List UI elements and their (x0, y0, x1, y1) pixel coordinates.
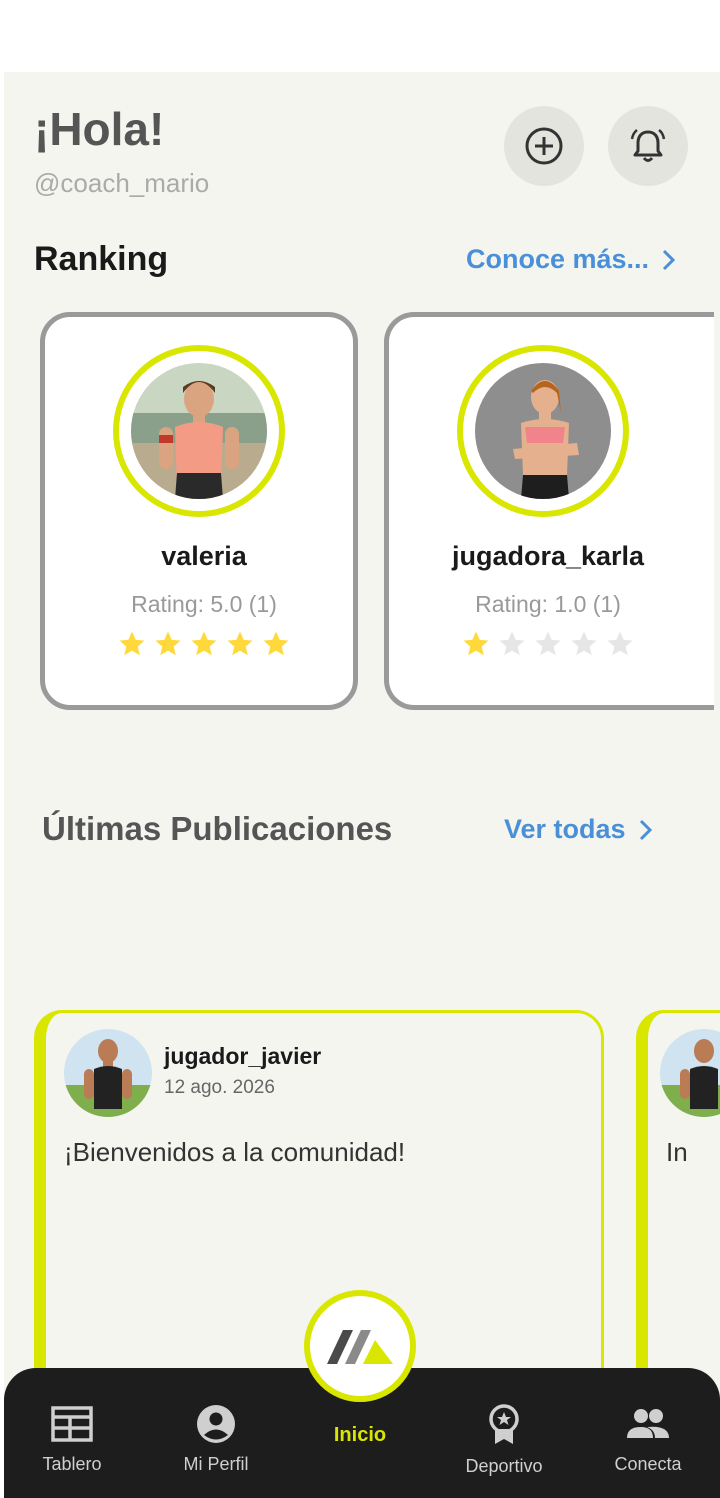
ranking-title: Ranking (34, 240, 169, 278)
avatar (113, 345, 285, 517)
star-empty-icon (535, 631, 561, 656)
ranking-card[interactable]: jugadora_karla Rating: 1.0 (1) (384, 312, 714, 710)
nav-label: Deportivo (465, 1456, 543, 1476)
star-icon (463, 631, 489, 656)
post-username: jugador_javier (164, 1043, 322, 1069)
nav-label: Conecta (614, 1454, 682, 1474)
player-name: valeria (161, 541, 247, 571)
add-button[interactable] (504, 106, 584, 186)
nav-item-mi-perfil[interactable]: Mi Perfil (156, 1404, 276, 1475)
avatar (660, 1029, 720, 1117)
logo-icon (327, 1330, 393, 1364)
avatar (457, 345, 629, 517)
star-icon (155, 631, 181, 656)
star-rating (389, 629, 707, 659)
star-icon (119, 631, 145, 656)
nav-label: Mi Perfil (183, 1454, 249, 1474)
award-icon (489, 1404, 519, 1444)
ranking-card[interactable]: valeria Rating: 5.0 (1) (40, 312, 358, 710)
star-icon (191, 631, 217, 656)
post-text: ¡Bienvenidos a la comunidad! (64, 1137, 406, 1167)
player-rating: Rating: 5.0 (1) (131, 591, 277, 617)
nav-item-tablero[interactable]: Tablero (12, 1404, 132, 1475)
bell-icon (630, 129, 666, 162)
username-label: @coach_mario (34, 168, 210, 198)
app-screen: ¡Hola! @coach_mario Ranking Conoce más..… (4, 72, 720, 1498)
avatar (64, 1029, 152, 1117)
star-icon (263, 631, 289, 656)
notifications-button[interactable] (608, 106, 688, 186)
star-icon (227, 631, 253, 656)
ranking-more-link[interactable]: Conoce más... (466, 244, 677, 275)
chevron-right-icon (639, 819, 652, 840)
publications-title: Últimas Publicaciones (42, 810, 393, 847)
player-name: jugadora_karla (451, 541, 645, 571)
star-empty-icon (607, 631, 633, 656)
greeting-title: ¡Hola! (34, 103, 165, 155)
table-icon (51, 1406, 93, 1442)
people-icon (627, 1409, 669, 1438)
add-circle-icon (525, 127, 563, 165)
ranking-more-label: Conoce más... (466, 244, 650, 274)
nav-item-inicio[interactable] (304, 1290, 416, 1402)
nav-item-conecta[interactable]: Conecta (588, 1404, 708, 1475)
post-text: In (666, 1137, 688, 1167)
nav-item-deportivo[interactable]: Deportivo (444, 1404, 564, 1477)
player-rating: Rating: 1.0 (1) (475, 591, 621, 617)
user-icon (197, 1405, 235, 1443)
star-empty-icon (571, 631, 597, 656)
player-photo-valeria (131, 363, 267, 499)
player-photo-karla (475, 363, 611, 499)
post-date: 12 ago. 2026 (164, 1077, 275, 1098)
star-empty-icon (499, 631, 525, 656)
nav-label: Tablero (42, 1454, 102, 1474)
publications-all-label: Ver todas (504, 814, 626, 844)
chevron-right-icon (663, 249, 676, 270)
nav-label-inicio[interactable]: Inicio (300, 1424, 420, 1447)
star-rating (45, 629, 363, 659)
publications-all-link[interactable]: Ver todas (504, 814, 654, 845)
